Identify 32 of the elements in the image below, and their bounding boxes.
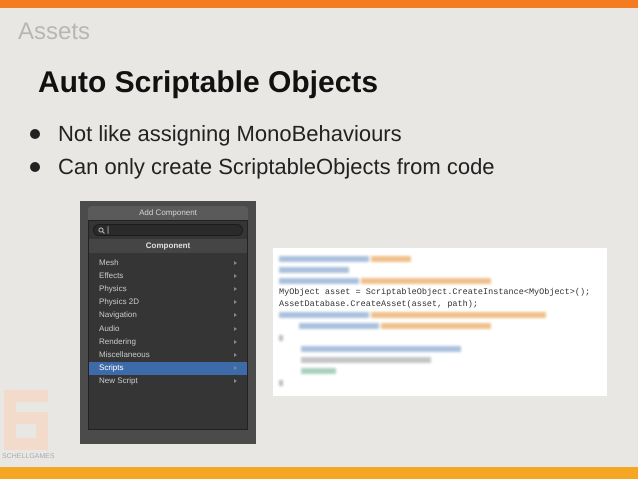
submenu-arrow-icon	[234, 340, 237, 344]
logo-drawing	[2, 388, 50, 452]
menu-item[interactable]: Physics	[89, 282, 247, 296]
menu-item[interactable]: Rendering	[89, 335, 247, 348]
bullet-icon	[30, 162, 40, 172]
bullet-text: Can only create ScriptableObjects from code	[58, 153, 495, 181]
bullet-text: Not like assigning MonoBehaviours	[58, 120, 402, 148]
panel-header: Add Component	[88, 206, 248, 220]
submenu-arrow-icon	[234, 352, 237, 357]
bullet-icon	[30, 129, 40, 139]
menu-item[interactable]: Audio	[89, 322, 247, 336]
menu-item[interactable]: New Script	[89, 374, 247, 388]
submenu-arrow-icon	[234, 260, 237, 265]
menu-item[interactable]: Navigation	[89, 308, 247, 322]
submenu-arrow-icon	[234, 366, 237, 370]
code-line: MyObject asset = ScriptableObject.CreateInstance<MyObject>();	[279, 287, 592, 298]
code-line: AssetDatabase.CreateAsset(asset, path);	[279, 298, 479, 310]
menu-item[interactable]: Scripts	[89, 362, 247, 375]
search-field[interactable]: |	[93, 224, 243, 236]
search-icon	[98, 226, 105, 234]
menu-item[interactable]: Effects	[89, 269, 247, 282]
submenu-arrow-icon	[234, 300, 237, 304]
submenu-arrow-icon	[234, 313, 237, 318]
menu-item[interactable]: Miscellaneous	[89, 348, 247, 362]
submenu-arrow-icon	[234, 379, 237, 384]
submenu-arrow-icon	[234, 286, 237, 291]
menu-item[interactable]: Physics 2D	[89, 296, 247, 309]
menu-item[interactable]: Mesh	[89, 256, 247, 270]
slide-title: Auto Scriptable Objects	[37, 65, 380, 100]
category-header: Component	[89, 239, 247, 253]
submenu-arrow-icon	[234, 274, 237, 278]
submenu-arrow-icon	[234, 326, 237, 331]
